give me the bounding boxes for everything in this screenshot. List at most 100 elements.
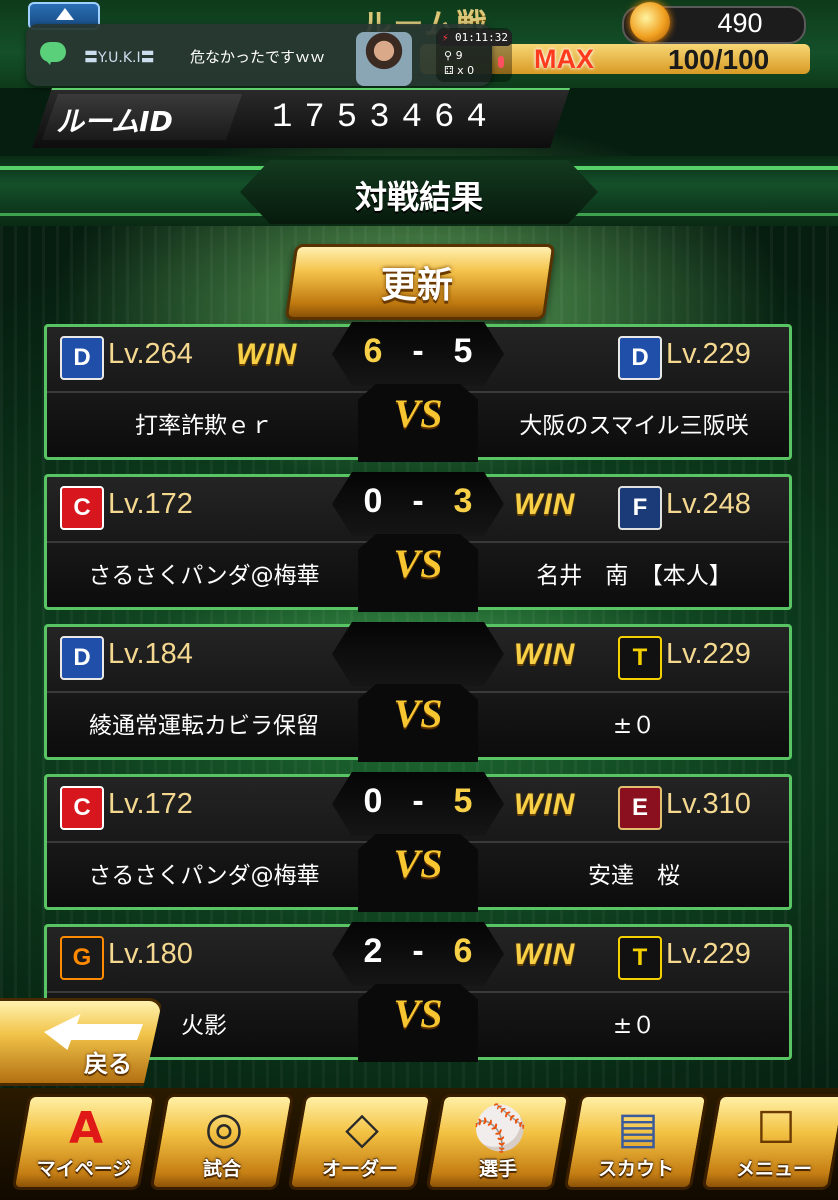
score-left: 0 xyxy=(363,782,383,820)
nav-label: メニュー xyxy=(735,1158,812,1180)
team-logo-icon-giants: G xyxy=(60,936,104,980)
room-id-value: 1753464 xyxy=(272,99,499,137)
avatar xyxy=(356,32,412,86)
team-logo-icon-dragons: D xyxy=(60,636,104,680)
score-right: 3 xyxy=(453,482,473,520)
nav-label: オーダー xyxy=(321,1158,398,1180)
match-score: 2-6 xyxy=(332,932,504,971)
notification-message: 危なかったですｗｗ xyxy=(190,48,326,66)
left-player-level: Lv.184 xyxy=(108,638,193,670)
score-left: 0 xyxy=(363,482,383,520)
menu-character-icon: ☐ xyxy=(756,1102,796,1154)
match-score: 0-5 xyxy=(332,782,504,821)
gift-count: ⚃ x 0 xyxy=(444,64,474,77)
nav-label: スカウト xyxy=(597,1158,674,1180)
right-player-level: Lv.229 xyxy=(666,338,751,370)
match-row: D Lv.184 綾通常運転カビラ保留 WIN T Lv.229 ±０ VS xyxy=(44,624,792,760)
back-button-label: 戻る xyxy=(84,1050,132,1078)
card-icon: ▤ xyxy=(617,1102,659,1154)
team-logo-icon-dragons: D xyxy=(618,336,662,380)
room-id-label: ルームID xyxy=(56,105,173,138)
nav-label: 試合 xyxy=(202,1158,241,1180)
call-timer-value: 01:11:32 xyxy=(455,31,508,44)
right-player-level: Lv.229 xyxy=(666,938,751,970)
score-left: 2 xyxy=(363,932,383,970)
score-right: 6 xyxy=(453,932,473,970)
score-right: 5 xyxy=(453,782,473,820)
score-dash: - xyxy=(412,482,424,520)
stamina-value: 100/100 xyxy=(668,44,770,75)
vs-label: VS xyxy=(393,541,443,586)
score-panel xyxy=(332,622,504,686)
update-button-label: 更新 xyxy=(380,265,453,306)
left-win-badge: WIN xyxy=(236,338,298,371)
left-player-name: さるさくパンダ@梅華 xyxy=(88,563,320,589)
team-logo-icon-fighters: F xyxy=(618,486,662,530)
vs-label: VS xyxy=(393,991,443,1036)
mypage-a-icon: A xyxy=(68,1102,104,1154)
team-logo-icon-eagles: E xyxy=(618,786,662,830)
team-logo-icon-tigers: T xyxy=(618,936,662,980)
team-logo-icon-tigers: T xyxy=(618,636,662,680)
right-player-level: Lv.229 xyxy=(666,638,751,670)
left-player-level: Lv.172 xyxy=(108,788,193,820)
stadium-icon: ◎ xyxy=(204,1102,244,1154)
voice-chat-notification[interactable]: 〓Y.U.K.I〓 危なかったですｗｗ ⚡ 01:11:32 ⚲ 9 ⚃ x 0 xyxy=(26,24,512,86)
member-count: ⚲ 9 xyxy=(444,49,463,62)
team-logo-icon-carp: C xyxy=(60,486,104,530)
vs-label: VS xyxy=(393,691,443,736)
score-dash: - xyxy=(412,782,424,820)
left-player-name: 綾通常運転カビラ保留 xyxy=(89,713,319,739)
stamina-max-label: MAX xyxy=(534,44,594,74)
nav-label: 選手 xyxy=(478,1158,517,1180)
call-timer: ⚡ 01:11:32 xyxy=(438,30,512,46)
fire-coin-icon xyxy=(630,2,670,42)
person-icon: ⚲ xyxy=(444,49,453,62)
home-icon xyxy=(56,8,74,20)
match-row: G Lv.180 火影 WIN T Lv.229 ±０ 2-6 VS xyxy=(44,924,792,1060)
bolt-icon: ⚡ xyxy=(442,31,449,44)
right-win-badge: WIN xyxy=(514,788,576,821)
member-count-value: 9 xyxy=(455,49,463,62)
coin-value: 490 xyxy=(717,8,763,38)
left-player-level: Lv.180 xyxy=(108,938,193,970)
match-row: D Lv.264 WIN 打率詐欺ｅｒ D Lv.229 大阪のスマイル三阪咲 6-5 VS xyxy=(44,324,792,460)
player-icon: ⚾ xyxy=(472,1103,528,1154)
right-win-badge: WIN xyxy=(514,638,576,671)
match-row: C Lv.172 さるさくパンダ@梅華 WIN E Lv.310 安達 桜 0-5 VS xyxy=(44,774,792,910)
gift-count-value: x 0 xyxy=(457,64,475,77)
score-right: 5 xyxy=(453,332,473,370)
score-dash: - xyxy=(412,932,424,970)
notification-sender: 〓Y.U.K.I〓 xyxy=(84,50,155,66)
mic-icon[interactable] xyxy=(498,56,504,68)
right-player-name: ±０ xyxy=(612,1013,656,1039)
match-score: 6-5 xyxy=(332,332,504,371)
left-player-level: Lv.264 xyxy=(108,338,193,370)
team-logo-icon-dragons: D xyxy=(60,336,104,380)
right-player-name: 安達 桜 xyxy=(588,863,680,889)
section-title: 対戦結果 xyxy=(354,178,483,216)
right-player-level: Lv.310 xyxy=(666,788,751,820)
chat-bubble-icon xyxy=(40,42,66,65)
right-player-level: Lv.248 xyxy=(666,488,751,520)
right-win-badge: WIN xyxy=(514,488,576,521)
left-player-name: 打率詐欺ｅｒ xyxy=(135,413,273,439)
field-icon: ◇ xyxy=(345,1102,379,1154)
left-player-name: さるさくパンダ@梅華 xyxy=(88,863,320,889)
right-player-name: 大阪のスマイル三阪咲 xyxy=(519,413,749,439)
back-arrow-bar xyxy=(67,1024,143,1040)
vs-label: VS xyxy=(393,391,443,436)
gift-icon: ⚃ xyxy=(444,64,454,77)
match-score: 0-3 xyxy=(332,482,504,521)
right-player-name: ±０ xyxy=(612,713,656,739)
right-win-badge: WIN xyxy=(514,938,576,971)
left-player-level: Lv.172 xyxy=(108,488,193,520)
score-left: 6 xyxy=(363,332,383,370)
right-player-name: 名井 南 【本人】 xyxy=(536,563,732,589)
score-dash: - xyxy=(412,332,424,370)
match-row: C Lv.172 さるさくパンダ@梅華 WIN F Lv.248 名井 南 【本人】 0-3 V… xyxy=(44,474,792,610)
back-button[interactable] xyxy=(0,998,163,1086)
nav-label: マイページ xyxy=(36,1158,132,1180)
vs-label: VS xyxy=(393,841,443,886)
team-logo-icon-carp: C xyxy=(60,786,104,830)
